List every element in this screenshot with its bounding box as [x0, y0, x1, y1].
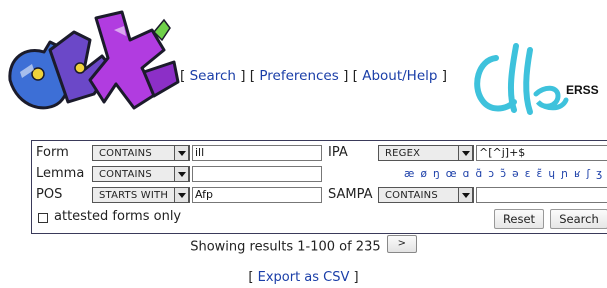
form-input[interactable]: ill: [192, 145, 322, 161]
chevron-down-icon: [458, 145, 473, 161]
top-navigation: [ Search ] [ Preferences ] [ About/Help …: [180, 68, 448, 84]
sampa-operator-value: CONTAINS: [385, 190, 438, 201]
pos-operator-value: STARTS WITH: [99, 190, 169, 201]
nav-search-link[interactable]: Search: [190, 68, 236, 84]
lemma-operator-value: CONTAINS: [99, 169, 152, 180]
export-csv-link[interactable]: Export as CSV: [258, 270, 350, 285]
ipa-operator-value: REGEX: [385, 148, 421, 159]
chevron-down-icon: [174, 187, 189, 203]
pos-operator-select[interactable]: STARTS WITH: [92, 187, 190, 203]
results-summary: Showing results 1-100 of 235: [190, 239, 381, 255]
ipa-symbol-keyboard[interactable]: æ ø ŋ œ ɑ ɑ̃ ɔ ɔ̃ ə ɛ ɛ̃ ɥ ɲ ʁ ʃ ʒ œ̃: [404, 168, 607, 180]
form-operator-value: CONTAINS: [99, 148, 152, 159]
next-page-button[interactable]: >: [386, 235, 417, 253]
lemma-operator-select[interactable]: CONTAINS: [92, 166, 190, 182]
lemma-input[interactable]: [192, 166, 322, 182]
form-label: Form: [36, 145, 69, 160]
chevron-down-icon: [458, 187, 473, 203]
chevron-down-icon: [174, 145, 189, 161]
nav-preferences-link[interactable]: Preferences: [259, 68, 338, 84]
results-summary-row: Showing results 1-100 of 235 >: [0, 235, 607, 256]
attested-only-label: attested forms only: [54, 209, 182, 224]
pos-label: POS: [36, 187, 63, 202]
lemma-label: Lemma: [36, 166, 85, 181]
form-operator-select[interactable]: CONTAINS: [92, 145, 190, 161]
reset-button[interactable]: Reset: [494, 209, 544, 229]
search-button[interactable]: Search: [550, 209, 607, 229]
ipa-operator-select[interactable]: REGEX: [378, 145, 474, 161]
sampa-input[interactable]: [476, 187, 607, 203]
clle-erss-logo: ERSS: [474, 43, 599, 115]
glaff-graffiti-logo: [8, 10, 180, 110]
clle-erss-logo-text: ERSS: [566, 83, 599, 97]
sampa-label: SAMPA: [328, 187, 373, 202]
sampa-operator-select[interactable]: CONTAINS: [378, 187, 474, 203]
pos-input[interactable]: Afp: [192, 187, 322, 203]
ipa-input[interactable]: ^[^j]+$: [476, 145, 607, 161]
nav-about-help-link[interactable]: About/Help: [362, 68, 437, 84]
search-form: Form CONTAINS ill IPA REGEX ^[^j]+$ Lemm…: [31, 140, 607, 234]
export-row: [ Export as CSV ]: [248, 270, 359, 285]
chevron-down-icon: [174, 166, 189, 182]
ipa-label: IPA: [328, 145, 348, 160]
attested-only-checkbox[interactable]: [38, 213, 48, 223]
